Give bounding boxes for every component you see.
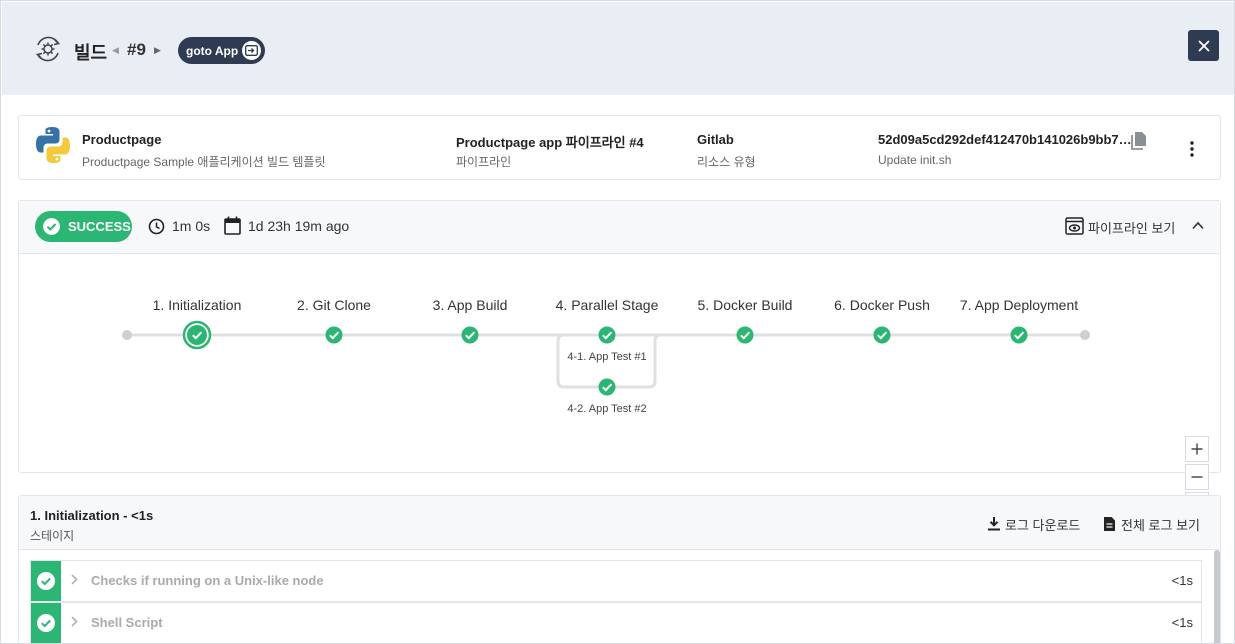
zoom-in-button[interactable] <box>1185 436 1209 462</box>
more-vertical-icon[interactable] <box>1185 140 1199 158</box>
view-pipeline-button[interactable]: 파이프라인 보기 <box>1065 217 1175 238</box>
pipeline-card: SUCCESS 1m 0s 1d 23h 19m ago 파이프라인 보기 1.… <box>18 200 1221 518</box>
python-icon <box>36 127 70 163</box>
chevron-right-icon[interactable] <box>71 616 78 630</box>
copy-icon[interactable] <box>1130 131 1148 151</box>
stage-label: 3. App Build <box>432 297 508 313</box>
check-circle-icon <box>43 218 60 235</box>
plus-icon <box>1191 443 1203 455</box>
document-icon <box>1104 517 1115 531</box>
close-icon <box>1197 39 1210 52</box>
clock-icon <box>148 218 165 235</box>
stage-label: 4. Parallel Stage <box>555 297 659 313</box>
caret-left-icon[interactable]: ◀ <box>112 45 119 56</box>
download-log-label: 로그 다운로드 <box>1005 518 1081 533</box>
eye-icon <box>1065 217 1084 235</box>
chevron-right-icon[interactable] <box>71 574 78 588</box>
step-name: Shell Script <box>91 615 163 630</box>
step-success-indicator <box>31 561 61 601</box>
step-success-indicator <box>31 603 61 643</box>
page-title: 빌드 <box>74 43 108 63</box>
stage-detail-panel: 1. Initialization - <1s 스테이지 로그 다운로드 전체 … <box>18 495 1221 643</box>
check-circle-icon <box>37 572 55 590</box>
stage-label: 7. App Deployment <box>959 297 1079 313</box>
commit-hash: 52d09a5cd292def412470b141026b9bb7… <box>878 132 1132 147</box>
enter-icon <box>242 41 261 60</box>
stage-node[interactable] <box>873 326 891 344</box>
goto-app-button[interactable]: goto App <box>178 37 265 64</box>
stage-node[interactable] <box>325 326 343 344</box>
download-icon <box>988 517 1000 531</box>
stage-subtitle: 스테이지 <box>30 529 75 543</box>
minus-icon <box>1191 476 1203 478</box>
parallel-stage-label: 4-2. App Test #2 <box>567 403 647 415</box>
close-button[interactable] <box>1188 30 1219 61</box>
pipeline-graph: 1. Initialization 2. Git Clone 3. App Buil… <box>19 255 1220 518</box>
scrollbar[interactable] <box>1214 550 1220 643</box>
stage-label: 2. Git Clone <box>297 297 371 313</box>
view-full-log-label: 전체 로그 보기 <box>1121 518 1200 533</box>
stage-label: 1. Initialization <box>152 297 242 313</box>
check-circle-icon <box>37 614 55 632</box>
step-name: Checks if running on a Unix-like node <box>91 573 324 588</box>
parallel-stage-label: 4-1. App Test #1 <box>567 351 647 363</box>
pipeline-label: 파이프라인 <box>456 155 512 169</box>
build-number: #9 <box>127 40 146 59</box>
stage-node[interactable] <box>736 326 754 344</box>
stage-node[interactable] <box>182 320 212 350</box>
commit-message: Update init.sh <box>878 153 952 167</box>
view-pipeline-label: 파이프라인 보기 <box>1088 221 1176 236</box>
build-info-card: Productpage Productpage Sample 애플리케이션 빌드… <box>18 115 1221 180</box>
step-duration: <1s <box>1171 573 1193 588</box>
stage-label: 5. Docker Build <box>697 297 793 313</box>
stage-detail-header: 1. Initialization - <1s 스테이지 로그 다운로드 전체 … <box>19 496 1220 550</box>
step-duration: <1s <box>1171 615 1193 630</box>
zoom-out-button[interactable] <box>1185 464 1209 490</box>
stage-label: 6. Docker Push <box>834 297 930 313</box>
pipeline-graph-svg <box>122 320 1090 396</box>
build-cycle-icon <box>35 36 61 62</box>
build-modal: 빌드 ◀ #9 ▶ goto App Productpage Productpa… <box>0 0 1235 644</box>
app-description: Productpage Sample 애플리케이션 빌드 템플릿 <box>82 155 326 169</box>
resource-label: 리소스 유형 <box>697 155 756 169</box>
status-text: SUCCESS <box>68 219 131 234</box>
step-row[interactable]: Checks if running on a Unix-like node <1… <box>30 560 1202 602</box>
stage-node[interactable] <box>598 378 616 396</box>
calendar-icon <box>224 216 241 235</box>
time-ago: 1d 23h 19m ago <box>248 218 350 234</box>
duration: 1m 0s <box>172 218 211 234</box>
pipeline-name: Productpage app 파이프라인 #4 <box>456 135 644 150</box>
chevron-up-icon[interactable] <box>1192 221 1204 230</box>
pipeline-start-dot <box>122 330 132 340</box>
pipeline-end-dot <box>1080 330 1090 340</box>
step-row[interactable]: Shell Script <1s <box>30 602 1202 643</box>
resource-name: Gitlab <box>697 132 734 147</box>
caret-right-icon[interactable]: ▶ <box>154 45 161 56</box>
status-badge: SUCCESS <box>35 211 132 242</box>
modal-header: 빌드 ◀ #9 ▶ goto App <box>2 2 1234 95</box>
stage-node[interactable] <box>1010 326 1028 344</box>
stage-node[interactable] <box>461 326 479 344</box>
goto-app-label: goto App <box>186 43 239 58</box>
app-name: Productpage <box>82 132 162 147</box>
stage-title: 1. Initialization - <1s <box>30 508 154 523</box>
stage-node[interactable] <box>598 326 616 344</box>
pipeline-status-bar: SUCCESS 1m 0s 1d 23h 19m ago 파이프라인 보기 <box>19 201 1220 254</box>
